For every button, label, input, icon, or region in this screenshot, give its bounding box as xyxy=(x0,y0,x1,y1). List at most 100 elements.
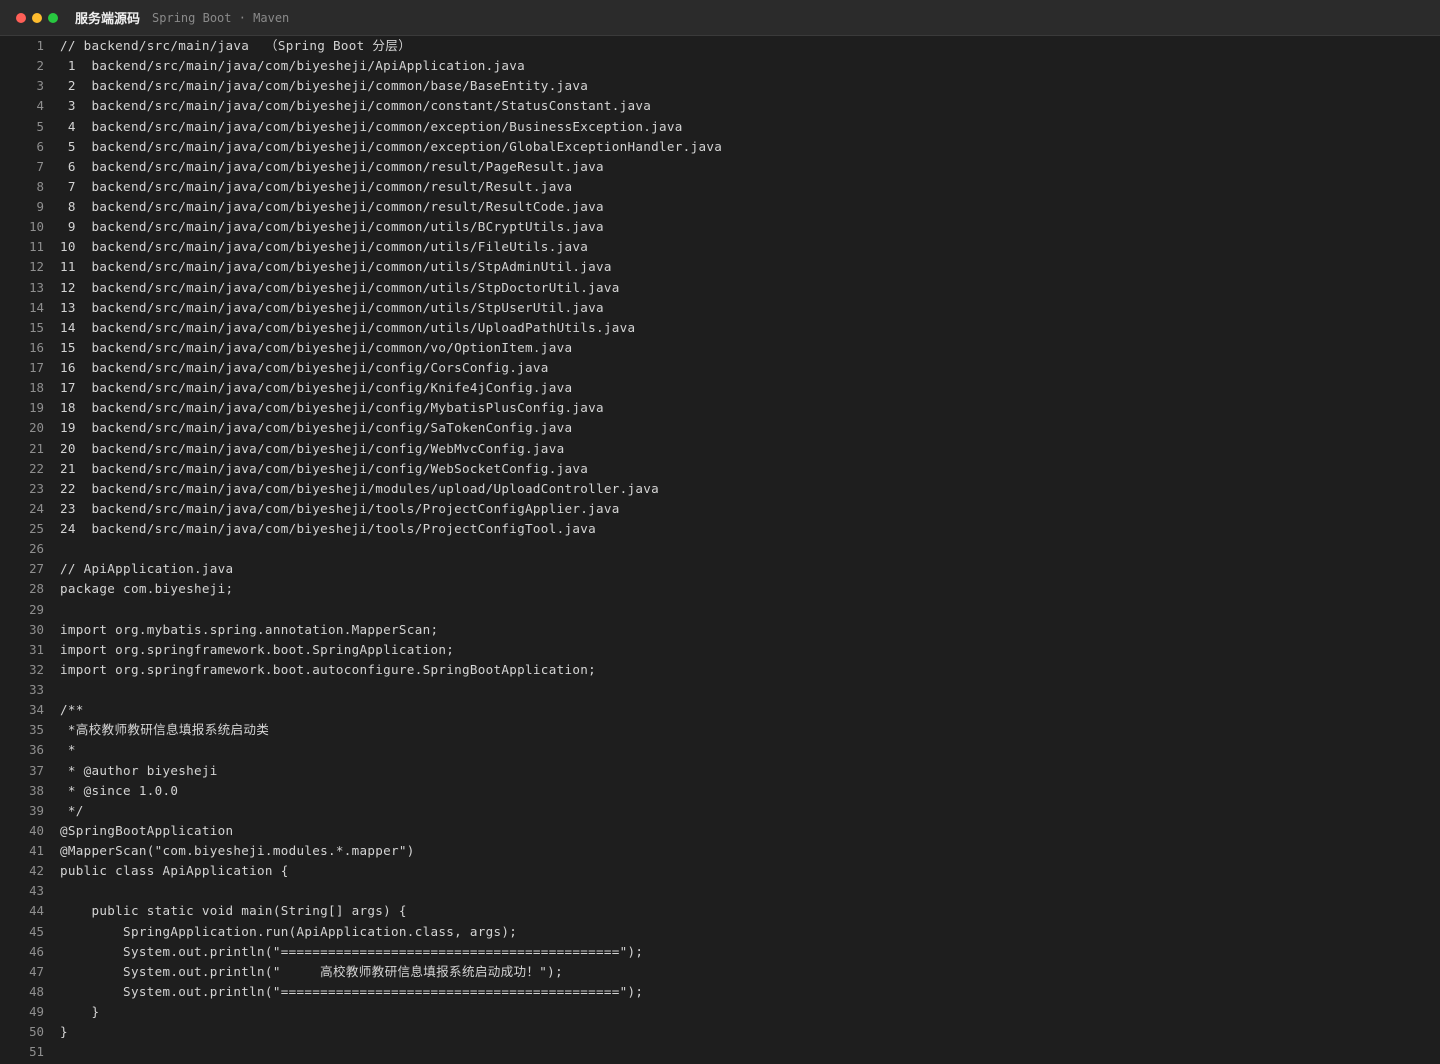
line-number: 43 xyxy=(29,883,44,899)
code-line[interactable]: 20 19 backend/src/main/java/com/biyesheji… xyxy=(0,418,1440,438)
close-window-button[interactable] xyxy=(16,12,26,23)
code-line[interactable]: 29 xyxy=(0,600,1440,620)
code-line[interactable]: 34 /** xyxy=(0,700,1440,720)
line-number: 26 xyxy=(29,541,44,557)
code-line[interactable]: 4 3 backend/src/main/java/com/biyesheji/… xyxy=(0,96,1440,116)
line-number: 36 xyxy=(29,742,44,758)
code-line[interactable]: 23 22 backend/src/main/java/com/biyesheji… xyxy=(0,479,1440,499)
code-text: 8 backend/src/main/java/com/biyesheji/co… xyxy=(60,199,604,214)
code-line[interactable]: 24 23 backend/src/main/java/com/biyesheji… xyxy=(0,499,1440,519)
code-line[interactable]: 18 17 backend/src/main/java/com/biyesheji… xyxy=(0,378,1440,398)
code-line[interactable]: 22 21 backend/src/main/java/com/biyesheji… xyxy=(0,459,1440,479)
code-text: 24 backend/src/main/java/com/biyesheji/t… xyxy=(60,521,596,536)
code-text: @MapperScan("com.biyesheji.modules.*.map… xyxy=(60,843,415,858)
code-text: 4 backend/src/main/java/com/biyesheji/co… xyxy=(60,118,683,134)
line-number: 24 xyxy=(29,500,44,516)
line-number: 23 xyxy=(29,480,44,496)
code-line[interactable]: 44 public static void main(String[] args… xyxy=(0,901,1440,921)
line-number: 31 xyxy=(29,641,44,657)
code-line[interactable]: 14 13 backend/src/main/java/com/biyesheji… xyxy=(0,298,1440,318)
code-text: System.out.println(" 高校教师教研信息填报系统启动成功！")… xyxy=(60,963,563,979)
code-line[interactable]: 39 */ xyxy=(0,801,1440,821)
line-number: 51 xyxy=(29,1044,44,1060)
minimize-window-button[interactable] xyxy=(32,12,42,23)
code-line[interactable]: 19 18 backend/src/main/java/com/biyesheji… xyxy=(0,398,1440,418)
window-title: 服务端源码 xyxy=(75,12,141,27)
line-number: 11 xyxy=(29,239,44,255)
code-line[interactable]: 50} xyxy=(0,1022,1440,1042)
code-line[interactable]: 25 24 backend/src/main/java/com/biyesheji… xyxy=(0,519,1440,539)
code-text: 19 backend/src/main/java/com/biyesheji/c… xyxy=(60,420,573,436)
code-text: * @since 1.0.0 xyxy=(60,782,179,798)
code-line[interactable]: 15 14 backend/src/main/java/com/biyesheji… xyxy=(0,318,1440,338)
line-number: 28 xyxy=(29,581,44,597)
code-line[interactable]: 11 10 backend/src/main/java/com/biyesheji… xyxy=(0,237,1440,257)
code-line[interactable]: 8 7 backend/src/main/java/com/biyesheji/… xyxy=(0,177,1440,197)
code-line[interactable]: 33 xyxy=(0,680,1440,700)
code-text: 6 backend/src/main/java/com/biyesheji/co… xyxy=(60,158,604,174)
code-line[interactable]: 46 System.out.println("=================… xyxy=(0,942,1440,962)
line-number: 47 xyxy=(29,963,44,979)
line-number: 6 xyxy=(36,138,44,154)
code-line[interactable]: 9 8 backend/src/main/java/com/biyesheji/… xyxy=(0,197,1440,217)
title-bar: 服务端源码 Spring Boot · Maven xyxy=(0,0,1440,36)
code-line[interactable]: 35 *高校教师教研信息填报系统启动类 xyxy=(0,720,1440,740)
code-line[interactable]: 31 import org.springframework.boot.Spring… xyxy=(0,640,1440,660)
code-line[interactable]: 32 import org.springframework.boot.autoco… xyxy=(0,660,1440,680)
code-line[interactable]: 3 2 backend/src/main/java/com/biyesheji/… xyxy=(0,76,1440,96)
maximize-window-button[interactable] xyxy=(48,12,58,23)
code-text: 18 backend/src/main/java/com/biyesheji/c… xyxy=(60,400,604,416)
code-line[interactable]: 26 xyxy=(0,539,1440,559)
code-line[interactable]: 45 SpringApplication.run(ApiApplication.… xyxy=(0,922,1440,942)
code-text: 7 backend/src/main/java/com/biyesheji/co… xyxy=(60,178,573,194)
code-line[interactable]: 48 System.out.println("=================… xyxy=(0,982,1440,1002)
code-line[interactable]: 47 System.out.println(" 高校教师教研信息填报系统启动成功… xyxy=(0,962,1440,982)
code-editor[interactable]: 1 // backend/src/main/java （Spring Boot 分… xyxy=(0,36,1440,1064)
line-number: 4 xyxy=(36,98,44,114)
code-text: 15 backend/src/main/java/com/biyesheji/c… xyxy=(60,339,573,355)
line-number: 33 xyxy=(29,682,44,697)
code-line[interactable]: 7 6 backend/src/main/java/com/biyesheji/… xyxy=(0,157,1440,177)
line-number: 50 xyxy=(29,1024,44,1040)
line-number: 25 xyxy=(29,521,44,536)
code-line[interactable]: 12 11 backend/src/main/java/com/biyesheji… xyxy=(0,257,1440,277)
line-number: 2 xyxy=(36,58,44,74)
code-text: 1 backend/src/main/java/com/biyesheji/Ap… xyxy=(60,58,526,74)
code-line[interactable]: 43 xyxy=(0,881,1440,901)
code-line[interactable]: 6 5 backend/src/main/java/com/biyesheji/… xyxy=(0,137,1440,157)
line-number: 39 xyxy=(29,802,44,818)
code-line[interactable]: 10 9 backend/src/main/java/com/biyesheji… xyxy=(0,217,1440,237)
code-line[interactable]: 17 16 backend/src/main/java/com/biyesheji… xyxy=(0,358,1440,378)
code-line[interactable]: 1 // backend/src/main/java （Spring Boot 分… xyxy=(0,36,1440,56)
code-line[interactable]: 37 * @author biyesheji xyxy=(0,761,1440,781)
code-line[interactable]: 38 * @since 1.0.0 xyxy=(0,781,1440,801)
code-text: } xyxy=(60,1004,100,1019)
code-line[interactable]: 28 package com.biyesheji; xyxy=(0,579,1440,599)
code-line[interactable]: 41 @MapperScan("com.biyesheji.modules.*.m… xyxy=(0,841,1440,861)
code-line[interactable]: 40 @SpringBootApplication xyxy=(0,821,1440,841)
line-number: 38 xyxy=(29,782,44,798)
code-line[interactable]: 16 15 backend/src/main/java/com/biyesheji… xyxy=(0,338,1440,358)
line-number: 48 xyxy=(29,983,44,999)
line-number: 15 xyxy=(29,319,44,335)
code-line[interactable]: 49 } xyxy=(0,1002,1440,1022)
code-text: 20 backend/src/main/java/com/biyesheji/c… xyxy=(60,440,565,456)
code-line[interactable]: 2 1 backend/src/main/java/com/biyesheji/… xyxy=(0,56,1440,76)
code-line[interactable]: 27 // ApiApplication.java xyxy=(0,559,1440,579)
code-text: 14 backend/src/main/java/com/biyesheji/c… xyxy=(60,319,636,335)
line-number: 20 xyxy=(29,420,44,436)
code-line[interactable]: 42 public class ApiApplication { xyxy=(0,861,1440,881)
code-line[interactable]: 36 * xyxy=(0,740,1440,760)
code-text: SpringApplication.run(ApiApplication.cla… xyxy=(60,923,518,939)
code-line[interactable]: 30 import org.mybatis.spring.annotation.M… xyxy=(0,620,1440,640)
code-text: 13 backend/src/main/java/com/biyesheji/c… xyxy=(60,299,604,315)
code-line[interactable]: 21 20 backend/src/main/java/com/biyesheji… xyxy=(0,439,1440,459)
code-line[interactable]: 13 12 backend/src/main/java/com/biyesheji… xyxy=(0,278,1440,298)
line-number: 34 xyxy=(29,702,44,718)
code-line[interactable]: 5 4 backend/src/main/java/com/biyesheji/… xyxy=(0,117,1440,137)
line-number: 13 xyxy=(29,279,44,295)
code-text: 2 backend/src/main/java/com/biyesheji/co… xyxy=(60,78,589,94)
code-line[interactable]: 51 xyxy=(0,1042,1440,1062)
